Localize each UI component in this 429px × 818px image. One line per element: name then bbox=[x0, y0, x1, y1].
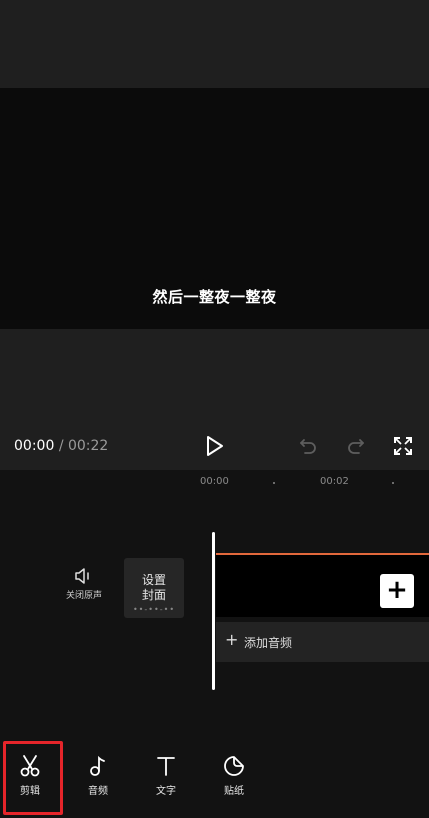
fullscreen-icon bbox=[394, 437, 412, 455]
redo-button[interactable] bbox=[346, 436, 366, 456]
text-t-icon bbox=[157, 757, 175, 776]
speaker-icon bbox=[75, 568, 89, 584]
tool-sticker[interactable]: 贴纸 bbox=[210, 754, 258, 797]
subtitle-text: 然后一整夜一整夜 bbox=[152, 288, 277, 306]
ruler-dot bbox=[273, 482, 275, 484]
tool-edit[interactable]: 剪辑 bbox=[6, 754, 54, 797]
playback-controls: 00:00 / 00:22 bbox=[0, 424, 429, 470]
tool-text-label: 文字 bbox=[156, 786, 176, 797]
bottom-toolbar: 剪辑 音频 文字 贴纸 bbox=[0, 740, 429, 818]
current-time: 00:00 bbox=[14, 438, 55, 454]
play-icon bbox=[207, 436, 223, 456]
music-note-icon bbox=[90, 755, 105, 776]
ruler-label-1: 00:02 bbox=[320, 476, 349, 487]
play-button[interactable] bbox=[204, 434, 226, 458]
scissors-icon bbox=[20, 755, 40, 777]
time-display: 00:00 / 00:22 bbox=[14, 438, 108, 454]
undo-icon bbox=[300, 439, 316, 454]
tool-text[interactable]: 文字 bbox=[142, 754, 190, 797]
set-cover-button[interactable]: 设置封面 ••-••-•• bbox=[124, 558, 184, 618]
preview-bottom-area bbox=[0, 329, 429, 424]
fullscreen-button[interactable] bbox=[393, 436, 413, 456]
add-clip-button[interactable]: + bbox=[380, 574, 414, 608]
timeline-area[interactable]: 00:00 00:02 关闭原声 设置封面 ••-••-•• + + 添加音频 bbox=[0, 470, 429, 740]
add-audio-button[interactable]: + 添加音频 bbox=[216, 622, 429, 662]
tool-sticker-label: 贴纸 bbox=[224, 786, 244, 797]
plus-icon: + bbox=[225, 630, 239, 649]
mute-original-button[interactable]: 关闭原声 bbox=[60, 568, 108, 601]
total-time: 00:22 bbox=[67, 438, 109, 454]
time-separator: / bbox=[58, 438, 64, 454]
preview-top-area bbox=[0, 0, 429, 88]
ruler-dot bbox=[392, 482, 394, 484]
playhead[interactable] bbox=[212, 532, 215, 690]
redo-icon bbox=[348, 439, 364, 454]
mute-original-label: 关闭原声 bbox=[65, 591, 102, 601]
set-cover-label: 设置封面 bbox=[141, 573, 166, 602]
sticker-icon bbox=[224, 756, 244, 776]
ruler-label-0: 00:00 bbox=[200, 476, 229, 487]
add-audio-label: 添加音频 bbox=[244, 636, 293, 650]
undo-button[interactable] bbox=[298, 436, 318, 456]
tool-audio[interactable]: 音频 bbox=[74, 754, 122, 797]
cover-dots: ••-••-•• bbox=[132, 605, 176, 614]
tool-edit-label: 剪辑 bbox=[20, 786, 40, 797]
tool-audio-label: 音频 bbox=[88, 786, 108, 797]
